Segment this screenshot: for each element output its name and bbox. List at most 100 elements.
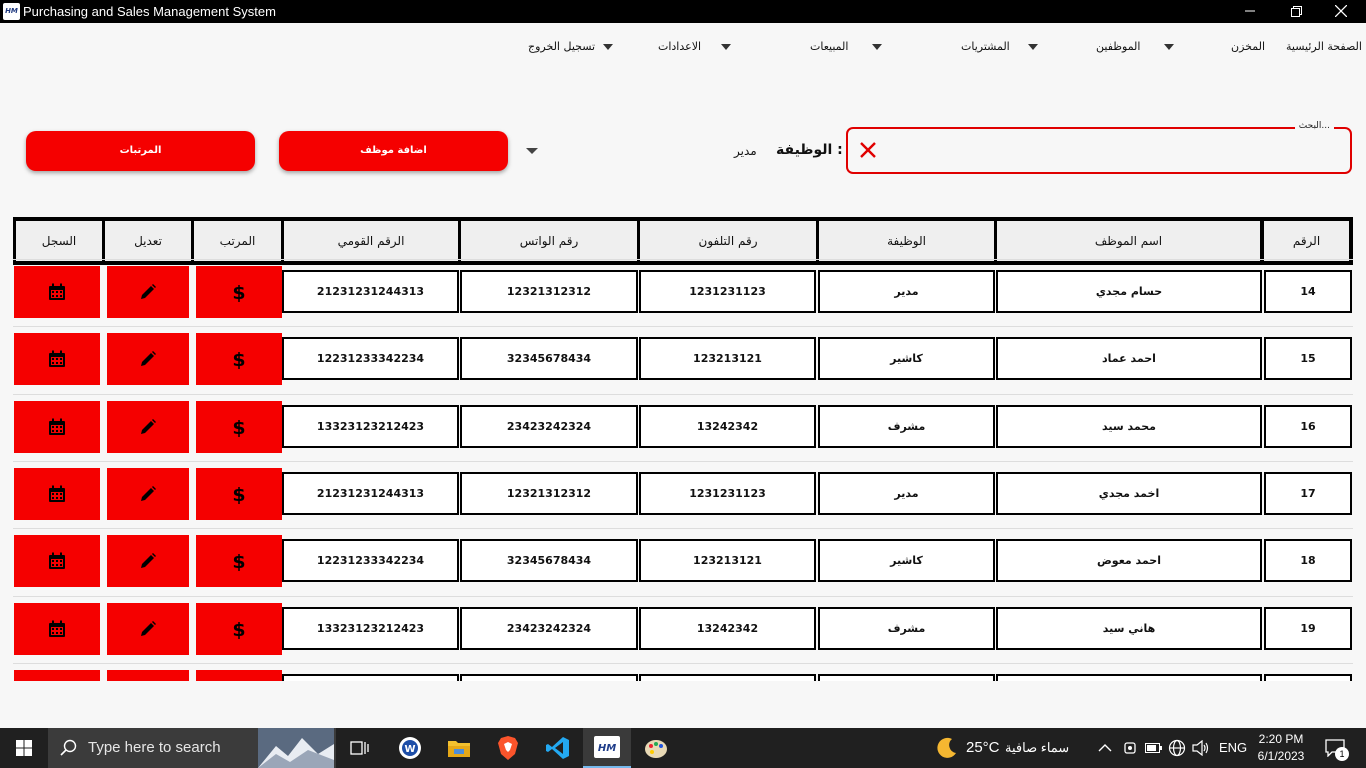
log-button[interactable] [14, 602, 100, 655]
cell-phone: 13242342 [639, 606, 816, 650]
menu-purchases[interactable]: المشتريات [961, 40, 1041, 56]
taskbar-app-brave[interactable] [484, 728, 532, 768]
calendar-icon [49, 418, 65, 435]
taskbar-app-hm-active[interactable]: HM [583, 728, 631, 768]
svg-text:$: $ [232, 484, 245, 504]
edit-button[interactable] [107, 333, 189, 386]
battery-icon[interactable] [1145, 742, 1163, 754]
cell-name: احمد عماد [996, 337, 1262, 381]
edit-button[interactable] [107, 400, 189, 453]
taskbar-app-word[interactable]: W [386, 728, 434, 768]
header-log: السجل [16, 221, 102, 261]
salary-button[interactable]: $ [196, 602, 282, 655]
cell-national-id: 13323123212423 [282, 404, 459, 448]
row-separator [13, 662, 1353, 664]
edit-button[interactable] [107, 535, 189, 588]
job-filter-dropdown-icon[interactable] [526, 148, 538, 154]
camera-icon[interactable] [1122, 740, 1138, 756]
header-whatsapp: رقم الواتس [461, 221, 637, 261]
edit-button[interactable] [107, 669, 189, 681]
log-button[interactable] [14, 669, 100, 681]
job-filter-value[interactable]: مدير [734, 144, 757, 158]
salary-button[interactable]: $ [196, 266, 282, 318]
weather-temperature[interactable]: 25°C [966, 728, 1000, 768]
table-row: $16 محمد سيد مشرف 13242342 23423242324 133231… [0, 393, 1366, 453]
close-window-button[interactable] [1318, 0, 1364, 23]
restore-button[interactable] [1273, 0, 1319, 23]
salaries-button[interactable]: المرتبات [26, 131, 255, 171]
search-field[interactable]: البحث... [846, 121, 1352, 174]
cell-whatsapp: 12321312312 [460, 471, 638, 515]
search-label: البحث... [1294, 121, 1334, 131]
dollar-icon: $ [232, 282, 245, 302]
menu-employees-label: الموظفين [1096, 40, 1141, 53]
pencil-edit-icon [141, 553, 156, 569]
log-button[interactable] [14, 266, 100, 318]
cell-name: محمد سيد [996, 404, 1262, 448]
chevron-up-icon[interactable] [1098, 743, 1112, 753]
cell-national-id [282, 673, 459, 681]
dollar-icon: $ [232, 349, 245, 369]
window-title: Purchasing and Sales Management System [23, 4, 276, 19]
pencil-edit-icon [141, 284, 156, 299]
brave-browser-icon [498, 736, 518, 760]
edit-button[interactable] [107, 266, 189, 318]
salary-button[interactable]: $ [196, 669, 282, 681]
log-button[interactable] [14, 467, 100, 520]
menu-logout[interactable]: تسجيل الخروج [528, 40, 616, 56]
menu-settings-label: الاعدادات [658, 40, 702, 53]
cell-phone: 1231231123 [639, 270, 816, 313]
menu-warehouse[interactable]: المخزن [1231, 40, 1265, 56]
taskbar-search-box[interactable]: Type here to search [48, 728, 336, 768]
log-button[interactable] [14, 535, 100, 588]
vscode-icon [546, 737, 569, 759]
menu-home[interactable]: الصفحة الرئيسية [1286, 40, 1362, 56]
windows-icon [16, 740, 32, 756]
salary-button[interactable]: $ [196, 400, 282, 453]
title-bar: HM Purchasing and Sales Management Syste… [0, 0, 1366, 23]
menu-sales-label: المبيعات [810, 40, 849, 53]
add-employee-button[interactable]: اضافة موظف [279, 131, 508, 171]
notification-center-button[interactable]: 1 [1318, 728, 1366, 768]
minimize-button[interactable] [1227, 0, 1273, 23]
calendar-icon [49, 485, 65, 502]
chevron-down-icon [721, 44, 731, 50]
word-app-icon: W [399, 737, 421, 759]
chevron-down-icon [1164, 44, 1174, 50]
cell-id: 15 [1264, 337, 1352, 381]
pencil-edit-icon [141, 620, 156, 636]
menu-settings[interactable]: الاعدادات [658, 40, 736, 56]
cell-phone: 123213121 [639, 539, 816, 583]
menu-sales[interactable]: المبيعات [810, 40, 890, 56]
language-indicator[interactable]: ENG [1219, 728, 1247, 768]
edit-button[interactable] [107, 602, 189, 655]
log-button[interactable] [14, 400, 100, 453]
speaker-volume-icon[interactable] [1192, 740, 1210, 756]
menu-logout-label: تسجيل الخروج [528, 40, 596, 53]
salary-button[interactable]: $ [196, 535, 282, 588]
taskbar-app-vscode[interactable] [534, 728, 582, 768]
job-filter-label: الوظيفة : [776, 142, 843, 158]
taskbar-app-file-explorer[interactable] [435, 728, 483, 768]
table-header: الرقم اسم الموظف الوظيفة رقم التلفون رقم… [13, 217, 1353, 265]
svg-text:HM: HM [598, 743, 616, 754]
menu-employees[interactable]: الموظفين [1096, 40, 1176, 56]
calendar-icon [49, 552, 65, 570]
log-button[interactable] [14, 333, 100, 386]
task-view-button[interactable] [336, 728, 384, 768]
cell-phone: 123213121 [639, 337, 816, 381]
weather-condition[interactable]: سماء صافية [1005, 728, 1069, 768]
salary-button[interactable]: $ [196, 333, 282, 386]
chevron-down-icon [603, 44, 613, 50]
clock[interactable]: 2:20 PM 6/1/2023 [1256, 731, 1306, 765]
header-job: الوظيفة [819, 221, 994, 261]
start-button[interactable] [0, 728, 48, 768]
globe-network-icon[interactable] [1168, 739, 1186, 757]
salary-button[interactable]: $ [196, 467, 282, 520]
clear-search-icon[interactable] [856, 138, 880, 162]
edit-button[interactable] [107, 467, 189, 520]
taskbar: Type here to search W HM 25°C سماء صافية… [0, 728, 1366, 768]
cell-id: 16 [1264, 404, 1352, 448]
svg-text:$: $ [232, 417, 245, 437]
taskbar-app-paint[interactable] [632, 728, 680, 768]
